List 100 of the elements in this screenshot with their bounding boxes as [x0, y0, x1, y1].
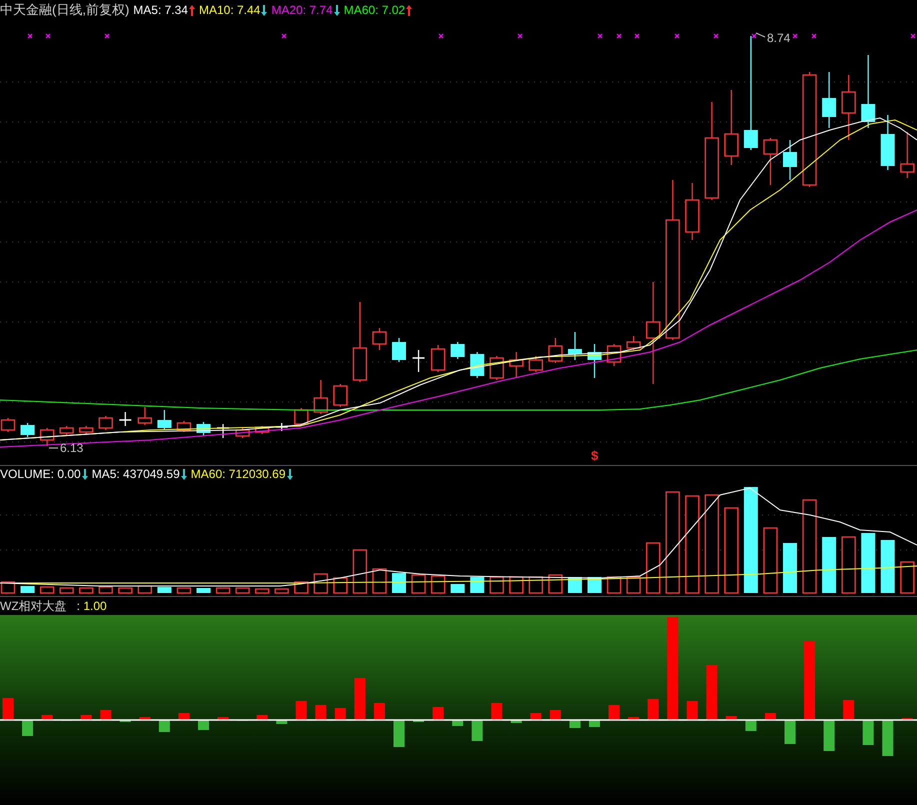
indicator-bar: [706, 665, 718, 720]
indicator-bar: [120, 720, 131, 722]
indicator-bar: [42, 715, 53, 720]
candlestick: [333, 384, 348, 407]
candlestick: [763, 138, 778, 185]
candlestick: [255, 426, 270, 434]
cross-marker-icon: [616, 34, 622, 38]
candlestick: [528, 356, 543, 372]
volume-bar: [196, 588, 210, 593]
volume-bar: [430, 575, 446, 594]
indicator-name: WZ相对大盘: [0, 598, 67, 614]
volume-bar: [392, 573, 406, 593]
volume-bar: [255, 588, 270, 594]
cross-marker-icon: [282, 34, 286, 38]
candlestick: [157, 410, 172, 430]
candlestick: [470, 352, 484, 378]
indicator-bar: [158, 720, 170, 732]
candlestick: [392, 338, 406, 362]
volume-bar: [352, 549, 368, 594]
indicator-bar: [315, 705, 326, 720]
candlestick: [568, 332, 582, 360]
candlestick: [217, 424, 230, 438]
indicator-bar: [178, 713, 190, 720]
indicator-bar: [432, 707, 444, 720]
candlestick: [842, 75, 856, 140]
indicator-bar: [628, 717, 640, 720]
volume-bar: [842, 536, 856, 594]
indicator-bar: [413, 720, 424, 722]
volume-bar: [20, 586, 35, 593]
cross-marker-icon: [104, 34, 110, 38]
indicator-bar: [276, 720, 288, 724]
cross-marker-icon: [910, 34, 916, 38]
indicator-bar: [218, 717, 229, 720]
legend-value: MA5: 437049.59: [92, 467, 180, 481]
low-price-label: 6.13: [48, 440, 100, 456]
volume-bar: [60, 587, 74, 594]
cross-marker-icon: [28, 34, 32, 38]
volume-bar: [372, 568, 387, 594]
high-price-label: 8.74: [755, 30, 807, 46]
cross-marker-icon: [438, 34, 444, 38]
candlestick: [783, 140, 797, 180]
indicator-bar: [139, 717, 150, 720]
indicator-bar: [843, 700, 854, 720]
candlestick: [900, 132, 914, 178]
indicator-bar: [334, 708, 346, 720]
volume-bar: [470, 577, 484, 593]
candlestick: [40, 428, 54, 446]
chart-title: 中天金融(日线,前复权): [0, 1, 130, 19]
candlestick: [430, 345, 446, 372]
volume-bar: [40, 586, 54, 594]
indicator-bar: [22, 720, 34, 736]
volume-bar: [176, 587, 192, 594]
cross-marker-icon: [46, 34, 50, 38]
candlestick: [606, 344, 622, 366]
cross-marker-icon: [714, 34, 718, 38]
indicator-bar: [608, 705, 620, 720]
indicator-bar: [882, 720, 894, 756]
candlestick: [20, 423, 35, 437]
cross-marker-icon: [674, 34, 680, 38]
volume-bar: [626, 576, 641, 594]
candlestick: [176, 421, 192, 432]
candlestick: [880, 115, 895, 170]
volume-bar: [411, 574, 426, 594]
volume-bar: [235, 587, 250, 594]
signal-mark: $: [591, 449, 598, 463]
legend-value: MA20: 7.74: [271, 3, 333, 17]
candlestick: [588, 344, 602, 378]
indicator-bar: [80, 715, 92, 720]
candlestick: [60, 426, 74, 435]
indicator-value: : 1.00: [76, 599, 107, 613]
indicator-bar: [100, 710, 112, 720]
indicator-bar: [686, 701, 698, 720]
candlestick: [98, 416, 113, 430]
indicator-bar: [354, 678, 366, 720]
indicator-bar: [550, 710, 561, 720]
candlestick: [119, 412, 132, 426]
volume-bar: [880, 540, 895, 593]
indicator-bar: [648, 699, 659, 720]
legend-value: MA5: 7.34: [133, 3, 188, 17]
volume-bar: [490, 576, 504, 594]
indicator-bar: [824, 720, 835, 751]
indicator-bar: [374, 703, 385, 720]
indicator-bar: [784, 720, 796, 744]
indicator-bar: [530, 713, 542, 720]
candlestick: [626, 336, 641, 350]
candlestick: [509, 352, 524, 378]
volume-bar: [822, 537, 836, 593]
candlestick: [276, 423, 288, 431]
indicator-bar: [862, 720, 874, 745]
volume-bar: [98, 586, 113, 594]
candlestick: [450, 342, 465, 359]
cross-marker-icon: [634, 34, 640, 38]
indicator-bar: [902, 718, 913, 720]
candlestick: [822, 72, 836, 128]
volume-bar: [450, 584, 465, 593]
volume-bar: [861, 533, 876, 593]
volume-bar: [216, 587, 230, 594]
volume-bar: [118, 587, 132, 594]
cross-marker-icon: [752, 34, 756, 38]
volume-bar: [314, 573, 328, 594]
